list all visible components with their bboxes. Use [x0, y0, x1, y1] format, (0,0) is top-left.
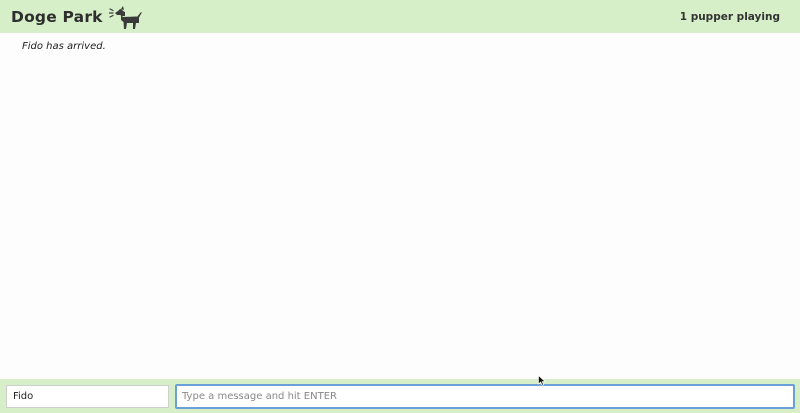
brand: Doge Park	[11, 4, 142, 30]
player-name-input[interactable]	[6, 385, 169, 408]
app-title: Doge Park	[11, 7, 103, 26]
player-count: 1 pupper playing	[679, 10, 780, 23]
message-input[interactable]	[175, 384, 795, 409]
mouse-pointer-icon	[538, 375, 546, 386]
chat-message: Fido has arrived.	[22, 41, 106, 52]
composer-bar	[0, 379, 800, 413]
chat-log[interactable]: Fido has arrived.	[0, 33, 800, 379]
dog-icon	[108, 5, 142, 29]
app-header: Doge Park 1 pupper playing	[0, 0, 800, 33]
